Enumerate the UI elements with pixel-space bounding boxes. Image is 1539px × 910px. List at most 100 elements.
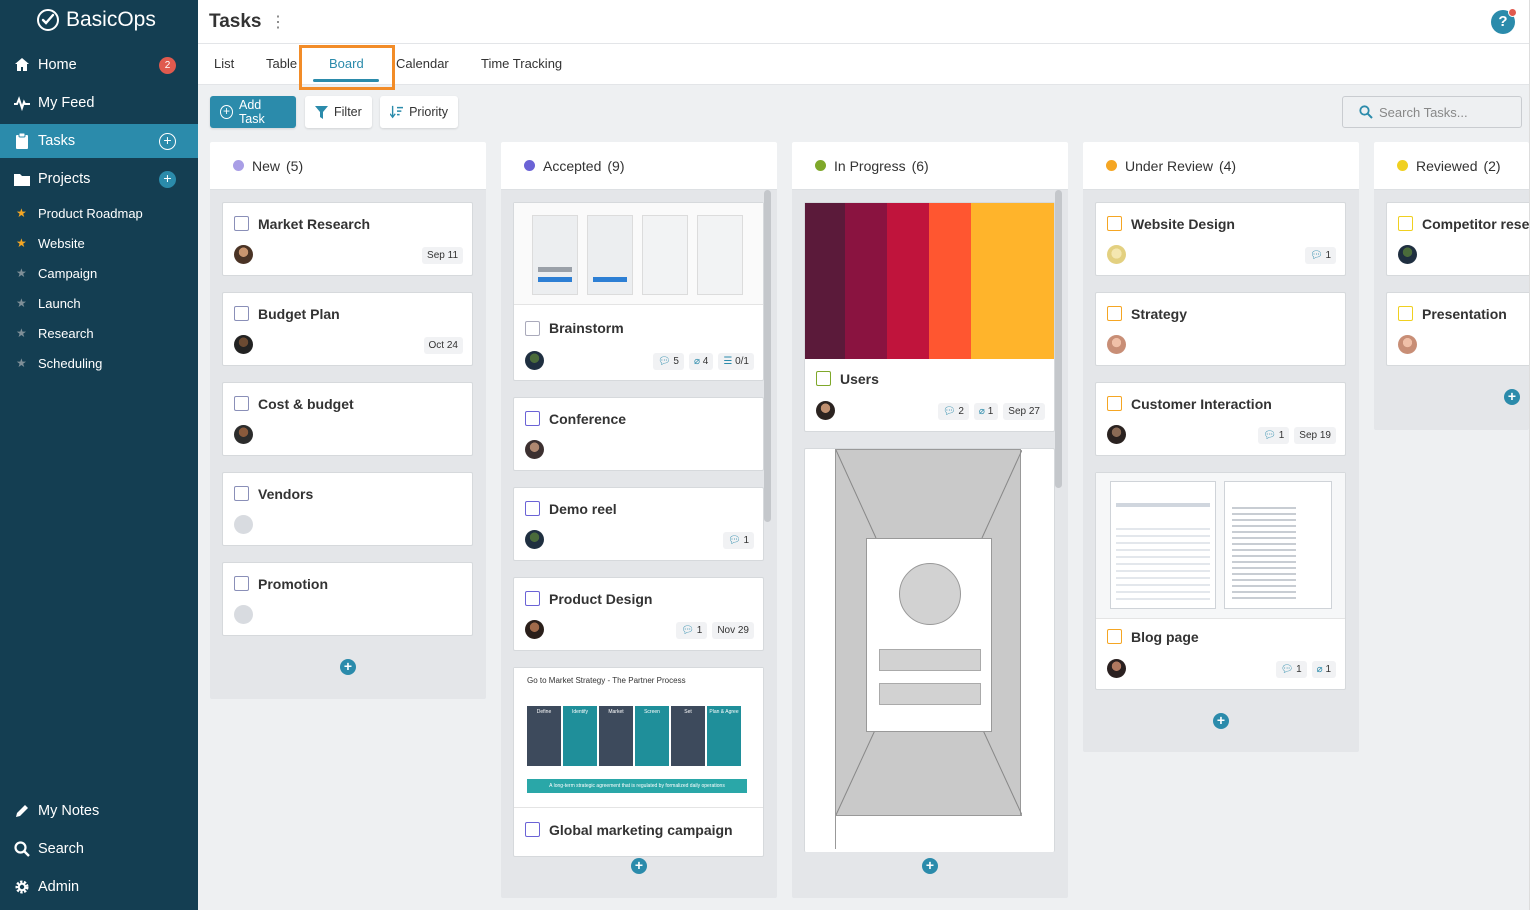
stage-box: Plan & Agree — [707, 706, 741, 766]
comment-icon: 💬︎ — [727, 535, 741, 546]
app-name: BasicOps — [66, 8, 156, 31]
task-card[interactable]: Market Research Sep 11 — [222, 202, 473, 276]
star-icon: ★ — [16, 356, 27, 370]
nav-tasks[interactable]: Tasks + — [0, 124, 198, 158]
add-card-plus-icon[interactable]: + — [1213, 713, 1229, 729]
task-card[interactable]: Blog page 💬︎ 1 ⌀ 1 — [1095, 472, 1346, 690]
task-checkbox[interactable] — [525, 411, 540, 426]
task-checkbox[interactable] — [1107, 629, 1122, 644]
task-card[interactable]: Cost & budget — [222, 382, 473, 456]
task-title: Global marketing campaign — [549, 822, 733, 838]
task-card[interactable] — [804, 448, 1055, 852]
tab-table[interactable]: Table — [266, 56, 297, 71]
nav-my-feed[interactable]: My Feed — [0, 86, 198, 120]
filter-button[interactable]: Filter — [305, 96, 372, 128]
tab-calendar[interactable]: Calendar — [396, 56, 449, 71]
column-header: In Progress (6) — [792, 142, 1068, 190]
tab-list[interactable]: List — [214, 56, 234, 71]
pencil-icon — [14, 803, 30, 819]
app-logo[interactable]: BasicOps — [36, 8, 156, 32]
task-meta: 💬︎ 5 ⌀ 4 ☰ 0/1 — [652, 353, 754, 370]
sidebar-project-research[interactable]: ★ Research — [0, 318, 198, 348]
due-date: Sep 19 — [1294, 427, 1336, 444]
more-options-icon[interactable]: ⋮ — [270, 12, 286, 32]
task-checkbox[interactable] — [234, 396, 249, 411]
task-card[interactable]: Vendors — [222, 472, 473, 546]
unassigned-avatar-icon — [234, 515, 253, 534]
add-task-plus-icon[interactable]: + — [159, 133, 176, 150]
task-checkbox[interactable] — [1398, 306, 1413, 321]
task-checkbox[interactable] — [1398, 216, 1413, 231]
task-card[interactable]: Brainstorm 💬︎ 5 ⌀ 4 ☰ 0/1 — [513, 202, 764, 381]
task-checkbox[interactable] — [1107, 216, 1122, 231]
comments-count: 💬︎ 1 — [722, 532, 754, 549]
task-checkbox[interactable] — [234, 486, 249, 501]
nav-search[interactable]: Search — [0, 832, 198, 866]
task-card[interactable]: Product Design 💬︎ 1 Nov 29 — [513, 577, 764, 651]
nav-projects[interactable]: Projects + — [0, 162, 198, 196]
task-checkbox[interactable] — [1107, 306, 1122, 321]
task-card[interactable]: Website Design 💬︎ 1 — [1095, 202, 1346, 276]
avatar — [1107, 659, 1126, 678]
task-checkbox[interactable] — [234, 216, 249, 231]
nav-my-notes[interactable]: My Notes — [0, 794, 198, 828]
sidebar-project-website[interactable]: ★ Website — [0, 228, 198, 258]
column-scrollbar[interactable] — [764, 190, 771, 522]
note-icon — [525, 321, 540, 336]
task-checkbox[interactable] — [525, 501, 540, 516]
task-meta: 💬︎ 1 — [1304, 247, 1336, 264]
plus-circle-icon: + — [220, 105, 234, 119]
page-scrollbar[interactable] — [1529, 0, 1539, 910]
sidebar-project-campaign[interactable]: ★ Campaign — [0, 258, 198, 288]
search-icon — [1359, 105, 1373, 119]
task-title: Market Research — [258, 216, 371, 232]
task-card[interactable]: Budget Plan Oct 24 — [222, 292, 473, 366]
task-meta: Sep 11 — [422, 247, 463, 264]
task-card[interactable]: Promotion — [222, 562, 473, 636]
nav-admin[interactable]: Admin — [0, 870, 198, 904]
task-checkbox[interactable] — [816, 371, 831, 386]
task-card[interactable]: Go to Market Strategy - The Partner Proc… — [513, 667, 764, 857]
priority-button[interactable]: Priority — [380, 96, 458, 128]
task-card[interactable]: Customer Interaction 💬︎ 1 Sep 19 — [1095, 382, 1346, 456]
add-card-plus-icon[interactable]: + — [1504, 389, 1520, 405]
task-card[interactable]: Presentation — [1386, 292, 1529, 366]
filter-icon — [315, 105, 328, 119]
add-project-plus-icon[interactable]: + — [159, 171, 176, 188]
task-card[interactable]: Demo reel 💬︎ 1 — [513, 487, 764, 561]
sidebar-project-launch[interactable]: ★ Launch — [0, 288, 198, 318]
task-title: Product Design — [549, 591, 653, 607]
paperclip-icon: ⌀ — [1316, 664, 1323, 675]
logo-check-icon — [37, 9, 59, 31]
page-title: Tasks — [209, 11, 262, 32]
task-checkbox[interactable] — [525, 822, 540, 837]
add-card-plus-icon[interactable]: + — [631, 858, 647, 874]
task-card[interactable]: Users 💬︎ 2 ⌀ 1 Sep 27 — [804, 202, 1055, 432]
comment-icon: 💬︎ — [1309, 250, 1323, 261]
tab-time-tracking[interactable]: Time Tracking — [481, 56, 562, 71]
project-label: Campaign — [38, 265, 98, 281]
add-card-plus-icon[interactable]: + — [340, 659, 356, 675]
column-header: Accepted (9) — [501, 142, 777, 190]
task-checkbox[interactable] — [525, 591, 540, 606]
paperclip-icon: ⌀ — [978, 406, 985, 417]
avatar — [816, 401, 835, 420]
task-checkbox[interactable] — [234, 306, 249, 321]
add-card-plus-icon[interactable]: + — [922, 858, 938, 874]
task-checkbox[interactable] — [1107, 396, 1122, 411]
search-tasks-input[interactable]: Search Tasks... — [1342, 96, 1522, 128]
column-scrollbar[interactable] — [1055, 190, 1062, 488]
status-dot — [1397, 160, 1408, 171]
task-card[interactable]: Competitor research — [1386, 202, 1529, 276]
column-title: New — [252, 157, 281, 174]
task-title: Promotion — [258, 576, 328, 592]
sidebar-project-scheduling[interactable]: ★ Scheduling — [0, 348, 198, 378]
task-card[interactable]: Strategy — [1095, 292, 1346, 366]
nav-home[interactable]: Home 2 — [0, 48, 198, 82]
add-task-button[interactable]: + Add Task — [210, 96, 296, 128]
task-checkbox[interactable] — [234, 576, 249, 591]
comment-icon: 💬︎ — [942, 406, 956, 417]
home-icon — [14, 57, 30, 73]
sidebar-project-product-roadmap[interactable]: ★ Product Roadmap — [0, 198, 198, 228]
task-card[interactable]: Conference — [513, 397, 764, 471]
